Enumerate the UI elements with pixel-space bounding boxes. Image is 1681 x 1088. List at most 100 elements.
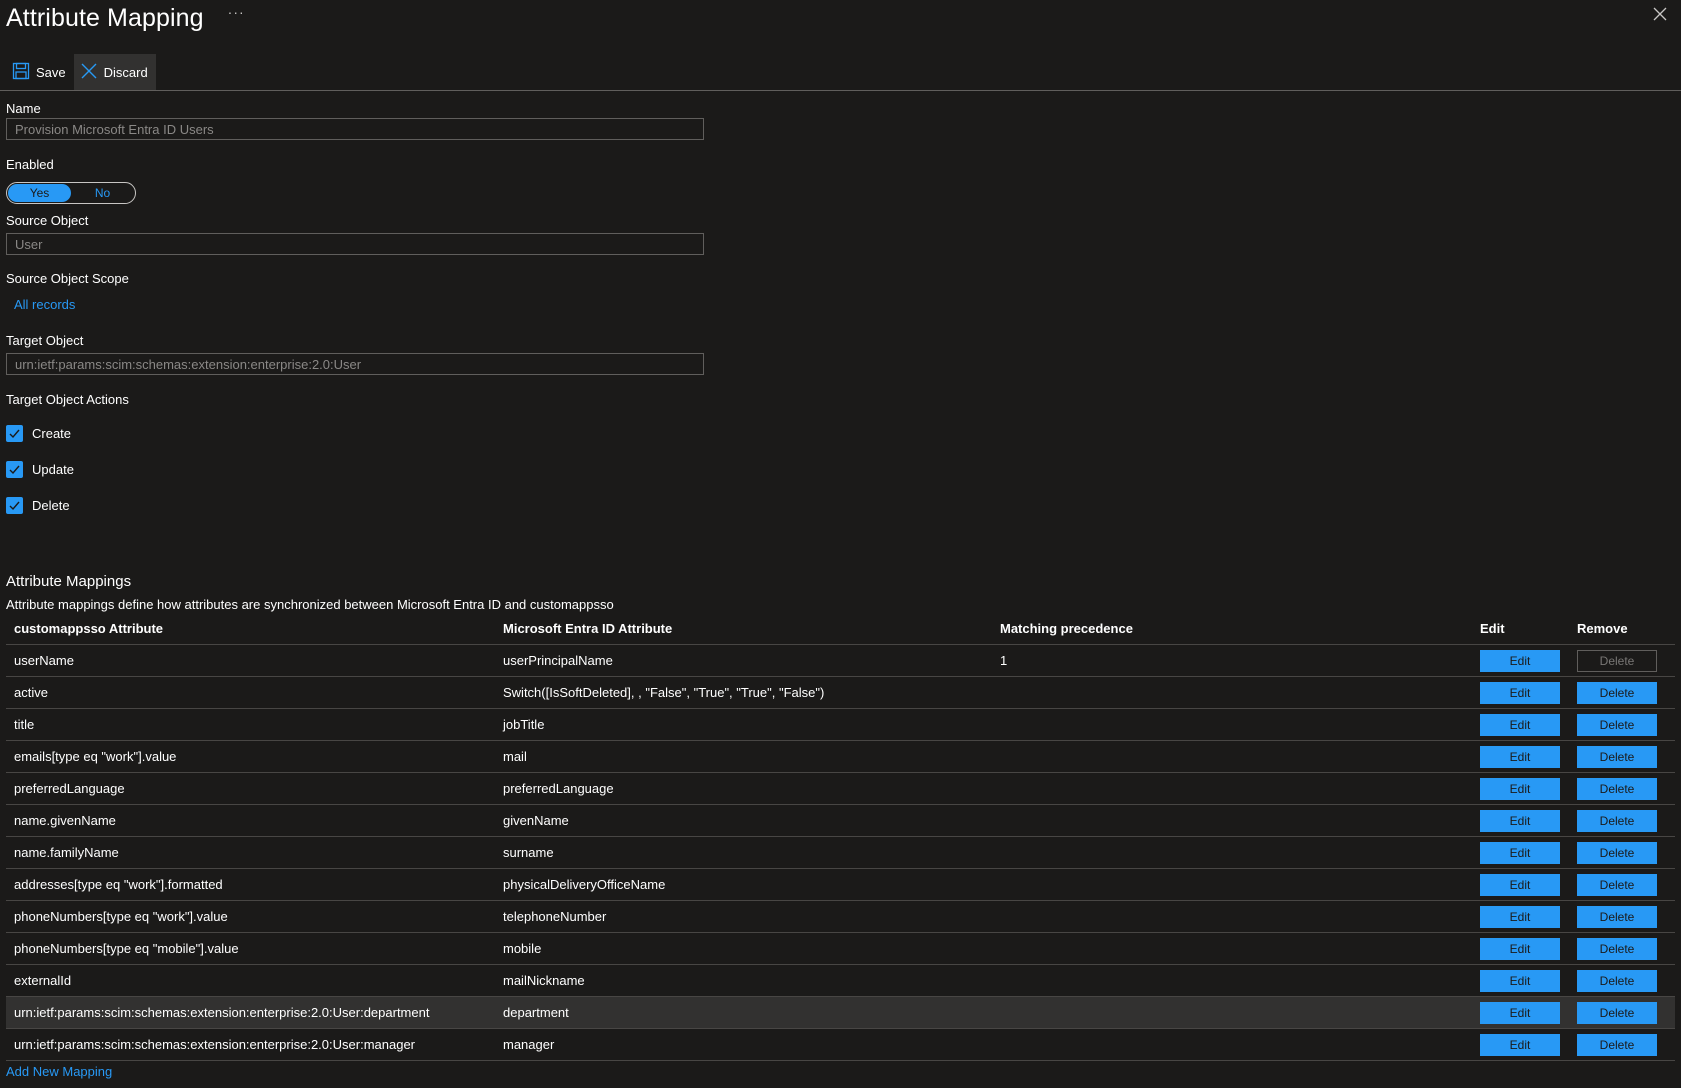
target-attribute: urn:ietf:params:scim:schemas:extension:e… [14, 1005, 430, 1020]
add-new-mapping-link[interactable]: Add New Mapping [6, 1064, 112, 1079]
close-icon[interactable] [1651, 5, 1669, 23]
table-row[interactable]: userName userPrincipalName 1 Edit Delete [6, 645, 1675, 677]
edit-button[interactable]: Edit [1480, 777, 1560, 800]
table-row[interactable]: urn:ietf:params:scim:schemas:extension:e… [6, 997, 1675, 1029]
update-checkbox[interactable] [6, 461, 23, 478]
more-options-icon[interactable]: ··· [228, 4, 245, 20]
source-attribute: physicalDeliveryOfficeName [503, 877, 666, 892]
edit-button[interactable]: Edit [1480, 681, 1560, 704]
attribute-mapping-panel: Attribute Mapping ··· Save Discard Name … [0, 0, 1681, 1088]
edit-button[interactable]: Edit [1480, 873, 1560, 896]
delete-button[interactable]: Delete [1577, 873, 1657, 896]
delete-button[interactable]: Delete [1577, 937, 1657, 960]
command-bar: Save Discard [6, 54, 156, 90]
table-row[interactable]: phoneNumbers[type eq "mobile"].value mob… [6, 933, 1675, 965]
target-attribute: active [14, 685, 48, 700]
source-attribute: surname [503, 845, 554, 860]
target-attribute: urn:ietf:params:scim:schemas:extension:e… [14, 1037, 416, 1052]
name-label: Name [6, 101, 41, 116]
create-checkbox[interactable] [6, 425, 23, 442]
source-object-field[interactable] [6, 233, 704, 255]
enabled-no-option[interactable]: No [71, 184, 134, 202]
edit-button[interactable]: Edit [1480, 809, 1560, 832]
source-object-label: Source Object [6, 213, 89, 228]
delete-button[interactable]: Delete [1577, 841, 1657, 864]
table-row[interactable]: title jobTitle Edit Delete [6, 709, 1675, 741]
delete-label: Delete [32, 498, 70, 513]
source-attribute: telephoneNumber [503, 909, 607, 924]
edit-button[interactable]: Edit [1480, 905, 1560, 928]
target-attribute: title [14, 717, 35, 732]
column-header: Remove [1577, 620, 1628, 636]
edit-button[interactable]: Edit [1480, 713, 1560, 736]
source-attribute: mailNickname [503, 973, 585, 988]
source-attribute: userPrincipalName [503, 653, 613, 668]
source-scope-label: Source Object Scope [6, 271, 129, 286]
table-row[interactable]: externalId mailNickname Edit Delete [6, 965, 1675, 997]
target-attribute: name.familyName [14, 845, 119, 860]
save-icon [12, 62, 36, 83]
column-header: Edit [1480, 620, 1505, 636]
delete-button[interactable]: Delete [1577, 969, 1657, 992]
edit-button[interactable]: Edit [1480, 1001, 1560, 1024]
matching-precedence: 1 [1000, 653, 1008, 668]
create-label: Create [32, 426, 72, 441]
table-row[interactable]: active Switch([IsSoftDeleted], , "False"… [6, 677, 1675, 709]
attribute-mappings-table: customappsso Attribute Microsoft Entra I… [6, 612, 1675, 1061]
page-title: Attribute Mapping [6, 3, 204, 32]
enabled-yes-option[interactable]: Yes [8, 184, 71, 202]
source-attribute: department [503, 1005, 569, 1020]
source-attribute: manager [503, 1037, 555, 1052]
delete-button[interactable]: Delete [1577, 905, 1657, 928]
edit-button[interactable]: Edit [1480, 969, 1560, 992]
edit-button[interactable]: Edit [1480, 937, 1560, 960]
toolbar-divider [0, 90, 1681, 91]
discard-icon [80, 62, 104, 83]
delete-button[interactable]: Delete [1577, 1001, 1657, 1024]
table-row[interactable]: phoneNumbers[type eq "work"].value telep… [6, 901, 1675, 933]
enabled-label: Enabled [6, 157, 54, 172]
column-header[interactable]: customappsso Attribute [6, 621, 503, 636]
target-attribute: name.givenName [14, 813, 116, 828]
discard-button[interactable]: Discard [73, 54, 156, 90]
edit-button[interactable]: Edit [1480, 745, 1560, 768]
enabled-toggle[interactable]: Yes No [6, 182, 136, 204]
delete-button[interactable]: Delete [1577, 745, 1657, 768]
edit-button[interactable]: Edit [1480, 841, 1560, 864]
table-row[interactable]: name.givenName givenName Edit Delete [6, 805, 1675, 837]
discard-label: Discard [103, 64, 148, 80]
delete-button[interactable]: Delete [1577, 777, 1657, 800]
target-attribute: phoneNumbers[type eq "work"].value [14, 909, 228, 924]
checkmark-icon [9, 429, 20, 439]
delete-button[interactable]: Delete [1577, 1033, 1657, 1056]
target-object-label: Target Object [6, 333, 84, 348]
target-attribute: userName [14, 653, 74, 668]
target-object-field[interactable] [6, 353, 704, 375]
table-row[interactable]: name.familyName surname Edit Delete [6, 837, 1675, 869]
target-attribute: preferredLanguage [14, 781, 125, 796]
target-attribute: phoneNumbers[type eq "mobile"].value [14, 941, 239, 956]
column-header[interactable]: Matching precedence [1000, 621, 1480, 636]
target-attribute: emails[type eq "work"].value [14, 749, 177, 764]
table-row[interactable]: emails[type eq "work"].value mail Edit D… [6, 741, 1675, 773]
edit-button[interactable]: Edit [1480, 1033, 1560, 1056]
target-attribute: addresses[type eq "work"].formatted [14, 877, 223, 892]
column-header[interactable]: Microsoft Entra ID Attribute [503, 621, 1000, 636]
delete-button[interactable]: Delete [1577, 809, 1657, 832]
delete-checkbox[interactable] [6, 497, 23, 514]
update-action-row: Update [6, 461, 74, 478]
table-row[interactable]: addresses[type eq "work"].formatted phys… [6, 869, 1675, 901]
table-header: customappsso Attribute Microsoft Entra I… [6, 612, 1675, 645]
table-row[interactable]: urn:ietf:params:scim:schemas:extension:e… [6, 1029, 1675, 1061]
table-row[interactable]: preferredLanguage preferredLanguage Edit… [6, 773, 1675, 805]
target-actions-label: Target Object Actions [6, 392, 129, 407]
edit-button[interactable]: Edit [1480, 649, 1560, 672]
delete-button: Delete [1577, 649, 1657, 672]
save-button[interactable]: Save [6, 54, 74, 90]
delete-button[interactable]: Delete [1577, 681, 1657, 704]
name-field[interactable] [6, 118, 704, 140]
source-scope-link[interactable]: All records [14, 297, 75, 312]
source-attribute: givenName [503, 813, 569, 828]
delete-button[interactable]: Delete [1577, 713, 1657, 736]
target-attribute: externalId [14, 973, 72, 988]
